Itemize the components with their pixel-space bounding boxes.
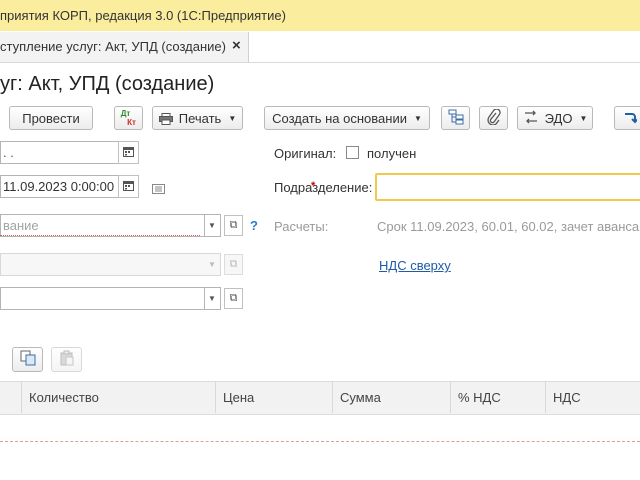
column-label: Сумма (340, 389, 381, 405)
warehouse-dropdown[interactable]: ▼ (204, 287, 221, 310)
help-mark[interactable]: ? (250, 218, 258, 233)
date-value: 11.09.2023 0:00:00 (3, 179, 115, 194)
original-checkbox-label[interactable]: получен (367, 146, 416, 161)
column-label: Количество (29, 389, 99, 405)
post-button[interactable]: Провести (9, 106, 93, 130)
number-value: . . (3, 145, 14, 160)
column-header-price[interactable]: Цена (215, 381, 332, 413)
column-header-vat-rate[interactable]: % НДС (450, 381, 545, 413)
kt-label: Кт (127, 118, 136, 127)
date-field[interactable]: 11.09.2023 0:00:00 (0, 175, 119, 198)
copy-icon (20, 350, 36, 369)
chevron-down-icon: ▼ (208, 260, 216, 269)
chevron-down-icon: ▼ (579, 113, 588, 123)
chevron-down-icon: ▼ (208, 294, 216, 303)
paperclip-icon (486, 107, 501, 128)
original-checkbox[interactable] (346, 146, 359, 159)
warehouse-field[interactable] (0, 287, 205, 310)
counterparty-open-button[interactable]: ⧉ (224, 215, 243, 236)
calendar-button[interactable] (118, 141, 139, 164)
warehouse-open-button[interactable]: ⧉ (224, 288, 243, 309)
calendar-icon (123, 146, 134, 160)
comment-icon[interactable] (152, 182, 165, 197)
paste-icon (59, 350, 75, 369)
empty-table-marker (0, 441, 640, 442)
counterparty-dropdown[interactable]: ▼ (204, 214, 221, 237)
dtkt-button[interactable]: Дт Кт (114, 106, 143, 130)
contract-field (0, 253, 205, 276)
date-calendar-button[interactable] (118, 175, 139, 198)
chevron-down-icon: ▼ (228, 113, 237, 123)
edo-button[interactable]: ЭДО ▼ (517, 106, 593, 130)
original-label: Оригинал: (274, 146, 337, 161)
create-based-on-button[interactable]: Создать на основании ▼ (264, 106, 430, 130)
dt-label: Дт (120, 109, 131, 118)
page-title: уг: Акт, УПД (создание) (0, 73, 215, 95)
create-based-on-label: Создать на основании (272, 110, 407, 126)
open-window-icon: ⧉ (229, 292, 238, 304)
open-window-icon: ⧉ (229, 258, 238, 270)
copy-row-button[interactable] (12, 347, 43, 372)
edo-button-label: ЭДО (544, 110, 573, 126)
attach-button[interactable] (479, 106, 508, 130)
column-header-quantity[interactable]: Количество (21, 381, 215, 413)
edo-icon (523, 110, 539, 127)
division-label: Подразделение: (274, 180, 373, 195)
number-field[interactable]: . . (0, 141, 119, 164)
chevron-down-icon: ▼ (208, 221, 216, 230)
division-input[interactable] (375, 173, 640, 201)
calendar-icon (123, 180, 134, 194)
counterparty-field[interactable]: вание (0, 214, 205, 237)
structure-button[interactable] (441, 106, 470, 130)
settlements-label: Расчеты: (274, 219, 329, 234)
counterparty-placeholder: вание (3, 218, 39, 233)
contract-open-button: ⧉ (224, 254, 243, 275)
structure-icon (448, 109, 464, 128)
more-button[interactable] (614, 106, 640, 130)
column-label: НДС (553, 389, 581, 405)
printer-icon (158, 112, 173, 125)
tab-label[interactable]: ступление услуг: Акт, УПД (создание) (0, 39, 226, 54)
post-button-label: Провести (22, 110, 80, 126)
arrow-turn-icon (623, 110, 639, 127)
column-label: % НДС (458, 389, 501, 405)
chevron-down-icon: ▼ (413, 113, 422, 123)
window-title: приятия КОРП, редакция 3.0 (1С:Предприят… (0, 8, 286, 23)
required-underline (0, 235, 200, 236)
column-header-vat[interactable]: НДС (545, 381, 640, 413)
tab-close-icon[interactable]: × (232, 37, 241, 54)
print-button-label: Печать (178, 110, 222, 126)
column-label: Цена (223, 389, 255, 405)
required-mark: * (311, 180, 316, 192)
contract-dropdown: ▼ (204, 253, 221, 276)
open-window-icon: ⧉ (229, 219, 238, 231)
paste-row-button[interactable] (51, 347, 82, 372)
vat-link[interactable]: НДС сверху (379, 258, 451, 273)
print-button[interactable]: Печать ▼ (152, 106, 243, 130)
column-header-sum[interactable]: Сумма (332, 381, 450, 413)
settlements-value[interactable]: Срок 11.09.2023, 60.01, 60.02, зачет ава… (377, 219, 639, 234)
